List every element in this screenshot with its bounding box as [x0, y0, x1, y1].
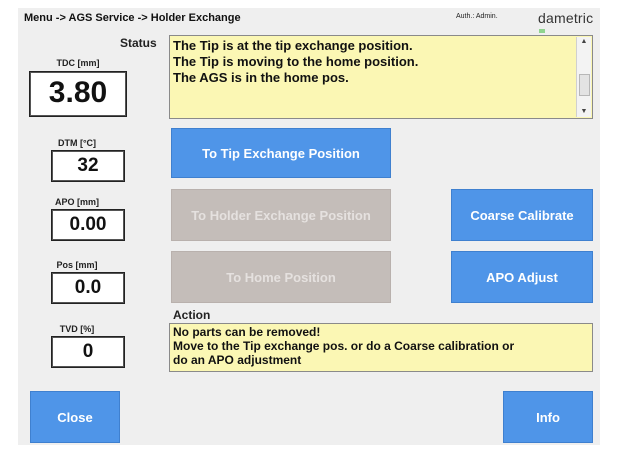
action-line: Move to the Tip exchange pos. or do a Co…	[173, 339, 515, 353]
status-line: The Tip is moving to the home position.	[173, 54, 419, 69]
apo-adjust-button[interactable]: APO Adjust	[451, 251, 593, 303]
status-label: Status	[120, 36, 157, 50]
apo-value: 0.00	[51, 209, 125, 241]
brand-mark-icon	[539, 29, 545, 33]
tip-exchange-button[interactable]: To Tip Exchange Position	[171, 128, 391, 178]
action-line: No parts can be removed!	[173, 325, 321, 339]
dtm-label: DTM [°C]	[57, 138, 97, 148]
status-textbox[interactable]: The Tip is at the tip exchange position.…	[169, 35, 593, 119]
status-line: The Tip is at the tip exchange position.	[173, 38, 413, 53]
action-line: do an APO adjustment	[173, 353, 302, 367]
auth-level: Auth.: Admin.	[456, 13, 498, 20]
action-label: Action	[173, 308, 211, 322]
action-textbox: No parts can be removed! Move to the Tip…	[169, 323, 593, 372]
brand-name: dametric	[538, 10, 594, 26]
tdc-value: 3.80	[29, 71, 127, 117]
close-button[interactable]: Close	[30, 391, 120, 443]
apo-label: APO [mm]	[54, 197, 99, 207]
scroll-thumb[interactable]	[579, 74, 590, 96]
main-panel: Menu -> AGS Service -> Holder Exchange A…	[18, 8, 600, 445]
home-position-button[interactable]: To Home Position	[171, 251, 391, 303]
dtm-value: 32	[51, 150, 125, 182]
coarse-calibrate-button[interactable]: Coarse Calibrate	[451, 189, 593, 241]
scroll-down-icon[interactable]: ▼	[577, 107, 591, 117]
breadcrumb: Menu -> AGS Service -> Holder Exchange	[24, 12, 241, 24]
pos-label: Pos [mm]	[56, 260, 98, 270]
pos-value: 0.0	[51, 272, 125, 304]
status-line: The AGS is in the home pos.	[173, 70, 349, 85]
scroll-up-icon[interactable]: ▲	[577, 37, 591, 47]
info-button[interactable]: Info	[503, 391, 593, 443]
status-scrollbar[interactable]: ▲ ▼	[576, 37, 591, 117]
tdc-label: TDC [mm]	[56, 58, 100, 68]
holder-exchange-button[interactable]: To Holder Exchange Position	[171, 189, 391, 241]
tvd-value: 0	[51, 336, 125, 368]
tvd-label: TVD [%]	[59, 324, 95, 334]
